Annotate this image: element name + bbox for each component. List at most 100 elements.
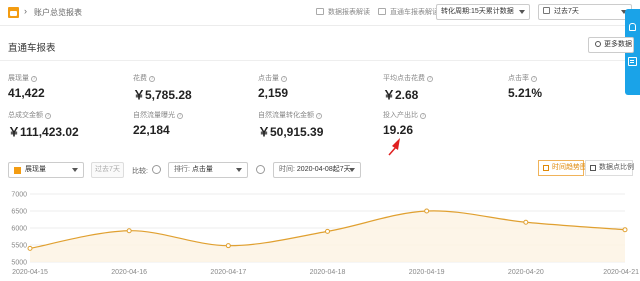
sort-select[interactable]: 排行: 点击量 bbox=[168, 162, 248, 178]
time-select[interactable]: 时间: 2020-04-08起7天 bbox=[273, 162, 361, 178]
help-icon[interactable]: ? bbox=[149, 76, 155, 82]
time-radio[interactable] bbox=[256, 165, 265, 174]
metric-label-text: 点击率 bbox=[508, 75, 529, 82]
report-guide-label: 数据报表解读 bbox=[328, 9, 370, 16]
metric-label: 花费? bbox=[133, 73, 155, 83]
metric-value: 2,159 bbox=[258, 86, 289, 100]
breadcrumb: 账户总览报表 bbox=[34, 8, 82, 17]
metric-label-text: 平均点击花费 bbox=[383, 75, 425, 82]
help-icon[interactable]: ? bbox=[177, 113, 183, 119]
trend-chart-icon bbox=[543, 165, 549, 171]
data-point bbox=[27, 245, 33, 251]
trend-view-button[interactable]: 时间趋势图 bbox=[538, 160, 587, 176]
metric-value: 5.21% bbox=[508, 86, 543, 100]
data-point bbox=[225, 243, 231, 249]
book-icon bbox=[316, 8, 324, 15]
divider bbox=[0, 60, 625, 61]
chart-metric-select[interactable]: 展现量 bbox=[8, 162, 84, 178]
help-icon[interactable]: ? bbox=[316, 113, 322, 119]
metric-label: 自然流量曝光? bbox=[133, 110, 183, 120]
metric-label-text: 自然流量曝光 bbox=[133, 112, 175, 119]
compare-label: 比较: bbox=[132, 168, 148, 175]
metric-label: 投入产出比? bbox=[383, 110, 426, 120]
series-color-swatch bbox=[14, 167, 21, 174]
help-icon[interactable]: ? bbox=[45, 113, 51, 119]
chart-metric-value: 展现量 bbox=[25, 166, 46, 173]
help-icon[interactable]: ? bbox=[420, 113, 426, 119]
metric-label-text: 展现量 bbox=[8, 75, 29, 82]
annotation-arrow-head bbox=[392, 138, 400, 150]
help-icon[interactable]: ? bbox=[31, 76, 37, 82]
top-bar: › 账户总览报表 数据报表解读 直通车报表解读 转化周期:15天累计数据 过去7… bbox=[0, 0, 640, 26]
y-tick-label: 6500 bbox=[11, 209, 27, 216]
sort-label: 排行: bbox=[174, 166, 190, 173]
help-icon[interactable]: ? bbox=[427, 76, 433, 82]
help-icon[interactable]: ? bbox=[281, 76, 287, 82]
help-icon[interactable]: ? bbox=[531, 76, 537, 82]
data-point bbox=[325, 228, 330, 234]
chevron-down-icon bbox=[519, 10, 525, 14]
metric-label-text: 花费 bbox=[133, 75, 147, 82]
home-icon[interactable] bbox=[8, 7, 19, 18]
chevron-down-icon bbox=[72, 168, 78, 172]
series-area bbox=[30, 210, 625, 262]
more-data-label: 更多数据 bbox=[604, 41, 632, 48]
date-range-select[interactable]: 过去7天 bbox=[538, 4, 632, 20]
x-tick-label: 2020-04-19 bbox=[409, 269, 445, 276]
y-tick-label: 7000 bbox=[11, 192, 27, 199]
metric-label-text: 总成交金额 bbox=[8, 112, 43, 119]
compare-chart-icon bbox=[590, 165, 596, 171]
zhitongche-guide-label: 直通车报表解读 bbox=[390, 9, 439, 16]
x-tick-label: 2020-04-20 bbox=[508, 269, 544, 276]
y-tick-label: 6000 bbox=[11, 226, 27, 233]
metric-label: 总成交金额? bbox=[8, 110, 51, 120]
x-tick-label: 2020-04-18 bbox=[310, 269, 346, 276]
compare-radio[interactable] bbox=[152, 165, 161, 174]
metric-value: ￥5,785.28 bbox=[133, 88, 192, 102]
compare-view-label: 数据点比例 bbox=[599, 164, 634, 171]
x-tick-label: 2020-04-15 bbox=[12, 269, 48, 276]
date-range-value: 过去7天 bbox=[554, 8, 579, 15]
conversion-period-select[interactable]: 转化周期:15天累计数据 bbox=[436, 4, 530, 20]
zhitongche-guide-link[interactable]: 直通车报表解读 bbox=[378, 7, 439, 17]
section-title: 直通车报表 bbox=[8, 43, 56, 54]
y-tick-label: 5000 bbox=[11, 260, 27, 267]
metric-value: ￥50,915.39 bbox=[258, 125, 324, 139]
message-icon[interactable] bbox=[628, 57, 637, 66]
metric-label-text: 投入产出比 bbox=[383, 112, 418, 119]
gear-icon bbox=[595, 41, 601, 47]
report-guide-link[interactable]: 数据报表解读 bbox=[316, 7, 370, 17]
data-point bbox=[126, 228, 132, 234]
metric-label: 点击率? bbox=[508, 73, 537, 83]
metric-label: 点击量? bbox=[258, 73, 287, 83]
x-tick-label: 2020-04-21 bbox=[603, 269, 639, 276]
calendar-icon bbox=[543, 7, 550, 14]
metric-value: 19.26 bbox=[383, 123, 414, 137]
data-point bbox=[622, 227, 628, 233]
compare-view-button[interactable]: 数据点比例 bbox=[585, 160, 634, 176]
conversion-period-value: 转化周期:15天累计数据 bbox=[441, 8, 514, 15]
metric-label-text: 自然流量转化金额 bbox=[258, 112, 314, 119]
bell-icon[interactable] bbox=[629, 23, 636, 31]
book-icon bbox=[378, 8, 386, 15]
trend-view-label: 时间趋势图 bbox=[552, 164, 587, 171]
metric-value: 22,184 bbox=[133, 123, 170, 137]
more-data-button[interactable]: 更多数据 bbox=[588, 37, 634, 53]
y-tick-label: 5500 bbox=[11, 243, 27, 250]
metric-value: ￥111,423.02 bbox=[8, 125, 79, 139]
data-point bbox=[424, 208, 430, 214]
data-point bbox=[523, 219, 529, 225]
time-value: 2020-04-08起7天 bbox=[296, 166, 351, 173]
trend-line-chart: 5000 5500 6000 6500 7000 2020-04-15 2020-04-16… bbox=[11, 192, 639, 277]
annotation-arrow-shaft bbox=[388, 146, 397, 156]
sort-value: 点击量 bbox=[191, 166, 213, 173]
metric-label-text: 点击量 bbox=[258, 75, 279, 82]
period-box: 过去7天 bbox=[91, 162, 124, 178]
x-tick-label: 2020-04-17 bbox=[210, 269, 246, 276]
chevron-right-icon: › bbox=[24, 6, 27, 16]
chevron-down-icon bbox=[349, 168, 355, 172]
metric-label: 平均点击花费? bbox=[383, 73, 433, 83]
metric-label: 自然流量转化金额? bbox=[258, 110, 322, 120]
metric-value: 41,422 bbox=[8, 86, 45, 100]
x-tick-label: 2020-04-16 bbox=[111, 269, 147, 276]
